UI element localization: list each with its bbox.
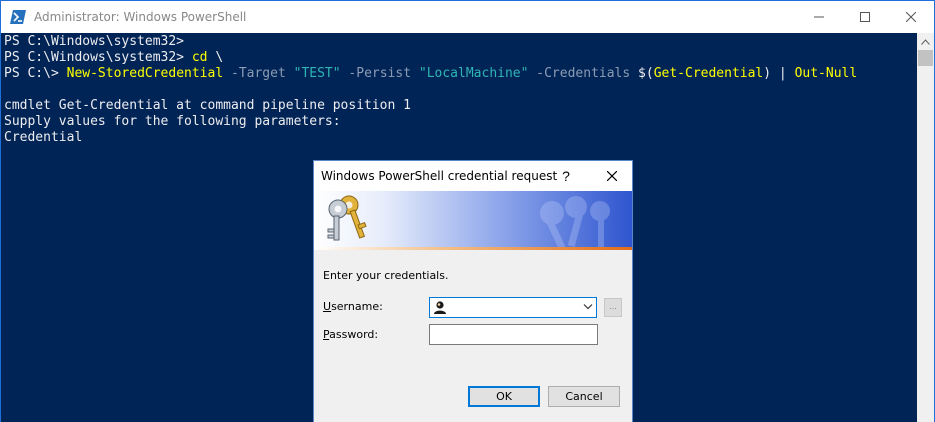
dialog-titlebar[interactable]: Windows PowerShell credential request [314,161,632,191]
minimize-icon [814,16,824,18]
console-token: PS C:\Windows\system32> [4,34,192,49]
cancel-button[interactable]: Cancel [548,386,620,407]
console-line: PS C:\Windows\system32> [4,34,192,50]
dialog-banner [314,191,632,249]
banner-divider [314,247,632,250]
console-token: \ [215,50,224,65]
console-token: Supply values for the following paramete… [4,114,341,129]
dialog-title: Windows PowerShell credential request [321,169,558,183]
console-token: -Target [223,66,294,81]
console-token: PS C:\> [4,66,67,81]
password-label-rest: assword: [329,328,379,341]
browse-button[interactable]: ... [604,298,622,317]
password-field[interactable] [429,324,598,345]
username-label-rest: sername: [331,300,383,313]
window-titlebar[interactable]: Administrator: Windows PowerShell [1,1,934,33]
console-token: "TEST" [293,66,341,81]
password-label: Password: [323,328,378,341]
window-controls [796,1,934,33]
dialog-close-button[interactable] [592,161,632,191]
console-line: PS C:\Windows\system32> cd \ [4,50,223,66]
scrollbar-thumb[interactable] [918,50,933,66]
console-line: Supply values for the following paramete… [4,114,341,130]
console-token: -Persist [340,66,419,81]
minimize-button[interactable] [796,1,842,33]
powershell-window: Administrator: Windows PowerShell PS C:\… [0,0,935,422]
console-token: PS C:\Windows\system32> [4,50,192,65]
scroll-up-button[interactable] [917,33,934,50]
close-icon [607,171,617,181]
username-label-accel: U [323,300,332,313]
console-line: PS C:\> New-StoredCredential -Target "TE… [4,66,857,82]
console-token: Out-Null [794,66,858,81]
maximize-button[interactable] [842,1,888,33]
console-token: cmdlet Get-Credential at command pipelin… [4,98,411,113]
vertical-scrollbar[interactable] [917,33,934,422]
credential-dialog: Windows PowerShell credential request ? [313,160,633,422]
console-token: Credential [4,130,83,145]
close-icon [906,12,916,22]
ok-button[interactable]: OK [468,386,540,407]
window-title: Administrator: Windows PowerShell [34,10,247,24]
chevron-down-icon[interactable] [583,303,593,310]
keys-icon [327,195,610,249]
console-token: -Credentials [528,66,639,81]
console-token: cd [191,50,216,65]
credentials-prompt: Enter your credentials. [323,269,449,282]
console-token: Get-Credential [653,66,764,81]
user-icon [434,301,446,314]
username-label: Username: [323,300,383,313]
console-line: cmdlet Get-Credential at command pipelin… [4,98,411,114]
close-button[interactable] [888,1,934,33]
powershell-icon [10,9,26,25]
console-token: "LocalMachine" [418,66,529,81]
console-token: New-StoredCredential [66,66,224,81]
console-token: ) | [763,66,795,81]
chevron-up-icon [921,38,930,45]
help-button[interactable]: ? [550,161,582,191]
console-line: Credential [4,130,82,146]
maximize-icon [860,12,870,22]
console-token: $( [638,66,654,81]
username-combobox[interactable] [429,297,597,318]
